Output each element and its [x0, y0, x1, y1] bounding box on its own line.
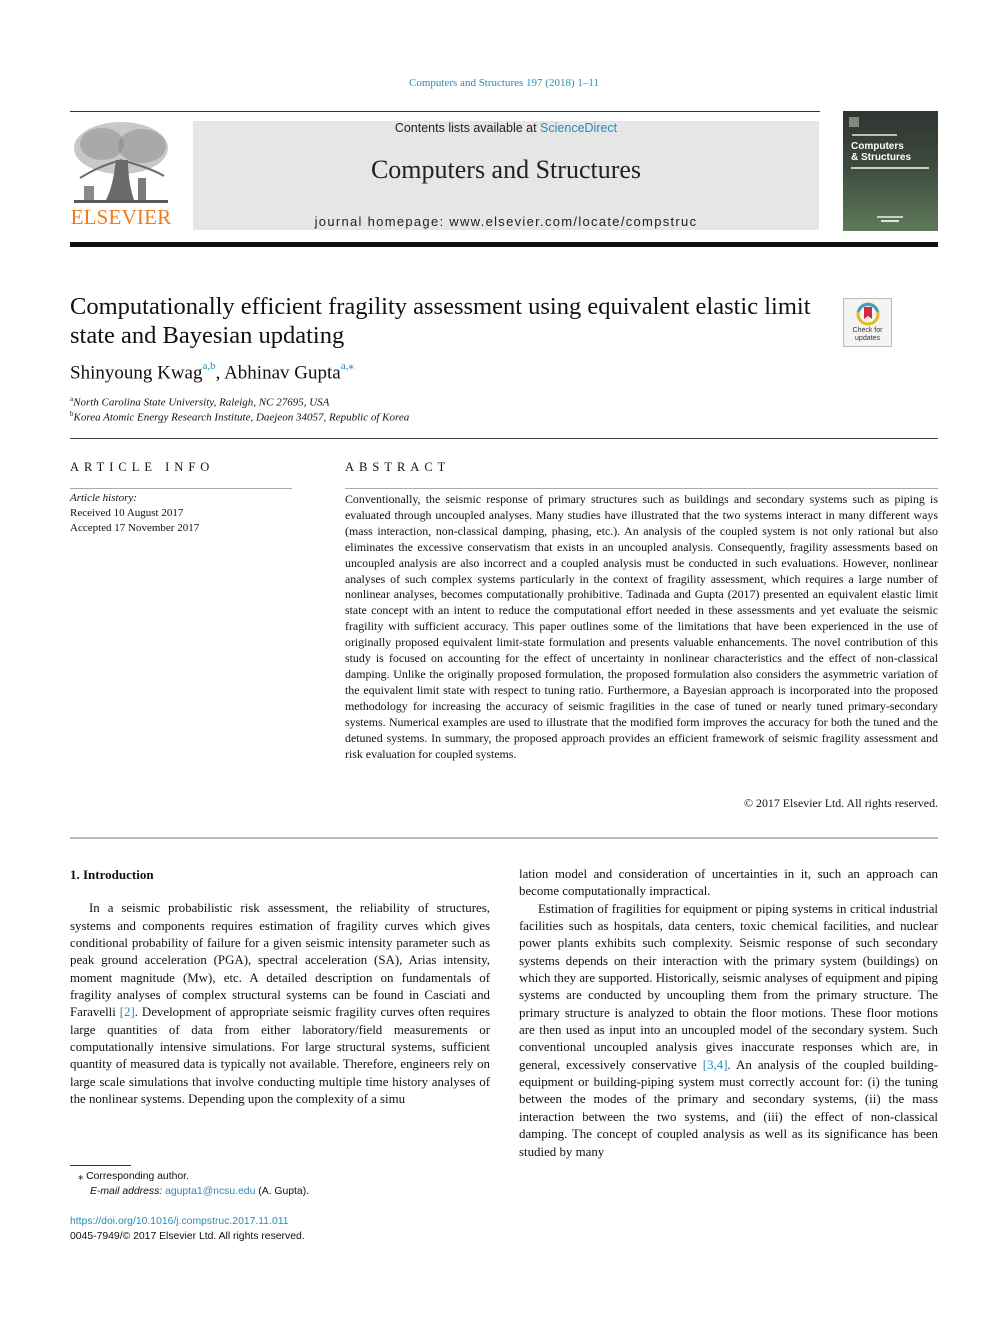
accepted-date: Accepted 17 November 2017: [70, 522, 200, 534]
check-updates-label: Check for updates: [844, 327, 891, 342]
author-name[interactable]: Abhinav Gupta: [224, 362, 341, 383]
citation-link[interactable]: [3,4]: [703, 1058, 728, 1072]
journal-reference[interactable]: Computers and Structures 197 (2018) 1–11: [0, 77, 992, 89]
affiliation: bKorea Atomic Energy Research Institute,…: [70, 410, 409, 424]
abstract-copyright: © 2017 Elsevier Ltd. All rights reserved…: [744, 796, 938, 810]
received-date: Received 10 August 2017: [70, 507, 184, 519]
contents-line: Contents lists available at ScienceDirec…: [193, 121, 819, 135]
paragraph: Estimation of fragilities for equipment …: [519, 901, 938, 1161]
header-divider: [70, 242, 938, 247]
doi-link-text[interactable]: https://doi.org/10.1016/j.compstruc.2017…: [70, 1216, 289, 1227]
elsevier-logo[interactable]: ELSEVIER: [70, 120, 172, 230]
article-info-heading: ARTICLE INFO: [70, 460, 215, 474]
paragraph-text: Estimation of fragilities for equipment …: [519, 901, 938, 1072]
affiliation-text: Korea Atomic Energy Research Institute, …: [73, 411, 410, 424]
cover-title: Computers & Structures: [851, 141, 911, 163]
check-updates-line1: Check for: [852, 327, 883, 334]
email-label: E-mail address:: [90, 1186, 166, 1197]
check-updates-icon: [856, 302, 880, 326]
cover-decoration: [851, 167, 929, 169]
divider: [70, 488, 292, 489]
contents-prefix: Contents lists available at: [394, 121, 541, 135]
check-updates-line2: updates: [855, 334, 880, 342]
paragraph: In a seismic probabilistic risk assessme…: [70, 900, 490, 1108]
section-heading: 1. Introduction: [70, 867, 154, 882]
footnote-text: Corresponding author.: [86, 1171, 189, 1182]
journal-cover-thumbnail[interactable]: Computers & Structures: [843, 111, 938, 231]
journal-title: Computers and Structures: [370, 155, 642, 184]
paragraph-text: . An analysis of the coupled building-eq…: [519, 1057, 938, 1159]
cover-decoration: [852, 134, 897, 136]
divider: [70, 438, 938, 439]
author-affiliation-marker[interactable]: a,b: [202, 360, 215, 372]
history-label: Article history:: [70, 492, 137, 504]
abstract-heading: ABSTRACT: [345, 460, 451, 474]
paragraph: lation model and consideration of uncert…: [519, 867, 938, 899]
tree-logo-icon: [74, 122, 168, 203]
cover-decoration: [877, 216, 903, 218]
affiliation: aNorth Carolina State University, Raleig…: [70, 395, 329, 409]
paragraph-text: In a seismic probabilistic risk assessme…: [70, 901, 490, 1020]
email-note: E-mail address: agupta1@ncsu.edu (A. Gup…: [90, 1186, 309, 1197]
author-separator: ,: [215, 362, 225, 384]
author-list: Shinyoung Kwaga,b, Abhinav Guptaa,⁎: [70, 360, 354, 384]
footnote-divider: [70, 1165, 131, 1166]
author-affiliation-marker[interactable]: a,⁎: [341, 360, 354, 372]
citation-link[interactable]: [2]: [120, 1005, 135, 1019]
masthead: Contents lists available at ScienceDirec…: [193, 121, 819, 230]
abstract-body: Conventionally, the seismic response of …: [345, 492, 938, 761]
email-suffix: (A. Gupta).: [255, 1186, 310, 1197]
body-column-right: lation model and consideration of uncert…: [519, 866, 938, 1161]
journal-homepage-link[interactable]: journal homepage: www.elsevier.com/locat…: [193, 214, 819, 229]
cover-title-line2: & Structures: [851, 152, 912, 163]
cover-logo-icon: [849, 117, 859, 127]
corresponding-author-note: ⁎ Corresponding author.: [78, 1170, 189, 1182]
cover-title-line1: Computers: [851, 141, 904, 152]
email-link[interactable]: agupta1@ncsu.edu: [165, 1186, 255, 1197]
divider: [345, 488, 938, 489]
footnote-marker: ⁎: [78, 1171, 84, 1182]
paragraph-text: . Development of appropriate seismic fra…: [70, 1005, 490, 1107]
divider: [70, 837, 938, 839]
article-title: Computationally efficient fragility asse…: [70, 293, 811, 349]
check-for-updates-button[interactable]: Check for updates: [843, 298, 892, 347]
issn-copyright: 0045-7949/© 2017 Elsevier Ltd. All right…: [70, 1231, 305, 1242]
sciencedirect-link[interactable]: ScienceDirect: [540, 121, 617, 135]
doi-link[interactable]: https://doi.org/10.1016/j.compstruc.2017…: [70, 1216, 289, 1227]
cover-decoration: [881, 220, 899, 222]
elsevier-wordmark: ELSEVIER: [70, 205, 172, 229]
affiliation-text: North Carolina State University, Raleigh…: [73, 396, 330, 409]
article-history: Article history: Received 10 August 2017…: [70, 491, 199, 536]
author-name[interactable]: Shinyoung Kwag: [70, 362, 202, 383]
body-column-left: 1. Introduction In a seismic probabilist…: [70, 866, 490, 1108]
divider: [70, 111, 820, 112]
